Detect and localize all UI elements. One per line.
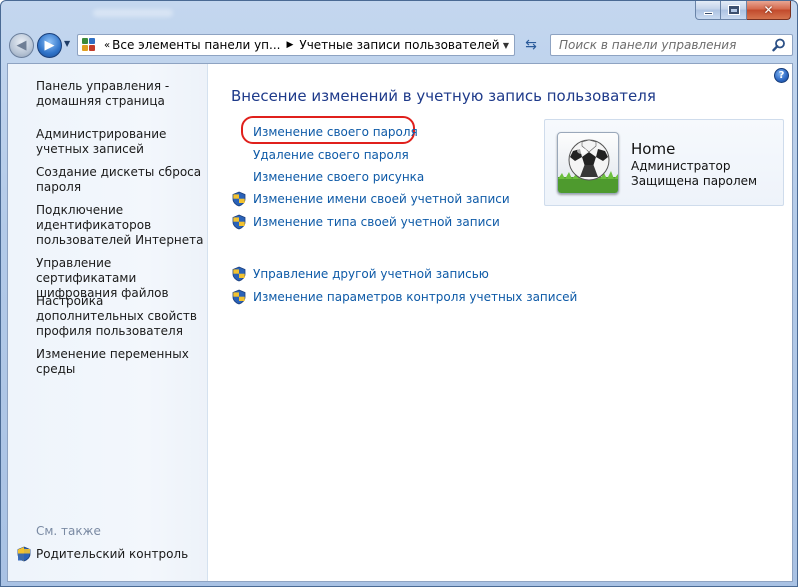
- sidebar-item-control-panel-home[interactable]: Панель управления - домашняя страница: [36, 79, 204, 109]
- change-account-name-link[interactable]: Изменение имени своей учетной записи: [253, 192, 510, 206]
- see-also-heading: См. также: [36, 524, 101, 538]
- refresh-icon: ⇆: [525, 37, 537, 53]
- recent-pages-dropdown[interactable]: ▼: [64, 39, 70, 48]
- search-box[interactable]: [550, 34, 793, 56]
- uac-shield-icon: [232, 289, 246, 305]
- main-panel: ? Внесение изменений в учетную запись по…: [209, 64, 792, 581]
- navigation-bar: ◀ ▶ ▼ « Все элементы панели уп... ▶ Учет…: [1, 29, 797, 63]
- refresh-button[interactable]: ⇆: [517, 34, 545, 56]
- control-panel-window: ✕ ◀ ▶ ▼ « Все элементы панели уп... ▶ Уч…: [0, 0, 798, 587]
- breadcrumb-overflow-chevron[interactable]: «: [104, 40, 110, 51]
- search-input[interactable]: [559, 38, 759, 52]
- uac-shield-icon: [232, 191, 246, 207]
- control-panel-icon: [82, 38, 98, 52]
- sidebar-item-parental-control[interactable]: Родительский контроль: [16, 546, 188, 562]
- account-avatar[interactable]: [557, 132, 619, 194]
- sidebar-item-online-ids[interactable]: Подключение идентификаторов пользователе…: [36, 203, 204, 248]
- breadcrumb-separator-icon[interactable]: ▶: [286, 40, 293, 50]
- account-name: Home: [631, 140, 676, 158]
- maximize-button[interactable]: [721, 1, 747, 20]
- minimize-icon: [703, 11, 713, 15]
- forward-button[interactable]: ▶: [37, 33, 62, 58]
- account-card: Home Администратор Защищена паролем: [544, 119, 784, 206]
- page-title: Внесение изменений в учетную запись поль…: [231, 87, 656, 105]
- maximize-icon: [727, 5, 740, 15]
- back-button[interactable]: ◀: [9, 33, 34, 58]
- breadcrumb-all-items[interactable]: Все элементы панели уп...: [112, 38, 280, 52]
- sidebar-item-environment-variables[interactable]: Изменение переменных среды: [36, 347, 204, 377]
- sidebar-item-manage-accounts[interactable]: Администрирование учетных записей: [36, 127, 204, 157]
- change-account-type-link[interactable]: Изменение типа своей учетной записи: [253, 215, 500, 229]
- window-controls: ✕: [695, 1, 791, 20]
- account-password-status: Защищена паролем: [631, 174, 758, 188]
- change-password-link[interactable]: Изменение своего пароля: [253, 125, 418, 139]
- uac-shield-icon: [17, 546, 31, 562]
- address-dropdown-icon[interactable]: ▼: [498, 35, 514, 55]
- minimize-button[interactable]: [695, 1, 721, 20]
- uac-shield-icon: [232, 266, 246, 282]
- arrow-right-icon: ▶: [44, 38, 55, 53]
- breadcrumb-user-accounts[interactable]: Учетные записи пользователей: [299, 38, 499, 52]
- content-area: Панель управления - домашняя страница Ад…: [7, 63, 793, 582]
- close-button[interactable]: ✕: [747, 1, 791, 20]
- account-role: Администратор: [631, 159, 731, 173]
- change-picture-link[interactable]: Изменение своего рисунка: [253, 170, 424, 184]
- title-bar[interactable]: ✕: [1, 1, 797, 27]
- manage-another-account-link[interactable]: Управление другой учетной записью: [253, 267, 489, 281]
- soccer-ball-icon: [558, 139, 618, 193]
- task-sidebar: Панель управления - домашняя страница Ад…: [8, 64, 208, 581]
- address-bar[interactable]: « Все элементы панели уп... ▶ Учетные за…: [77, 34, 515, 56]
- sidebar-item-advanced-profile[interactable]: Настройка дополнительных свойств профиля…: [36, 294, 204, 339]
- uac-settings-link[interactable]: Изменение параметров контроля учетных за…: [253, 290, 577, 304]
- help-icon[interactable]: ?: [774, 68, 789, 83]
- sidebar-item-password-reset-disk[interactable]: Создание дискеты сброса пароля: [36, 165, 204, 195]
- uac-shield-icon: [232, 214, 246, 230]
- blurred-title: [93, 9, 173, 17]
- parental-control-label: Родительский контроль: [36, 547, 189, 561]
- search-icon[interactable]: [772, 38, 786, 52]
- close-icon: ✕: [763, 3, 774, 17]
- arrow-left-icon: ◀: [16, 38, 27, 53]
- remove-password-link[interactable]: Удаление своего пароля: [253, 148, 409, 162]
